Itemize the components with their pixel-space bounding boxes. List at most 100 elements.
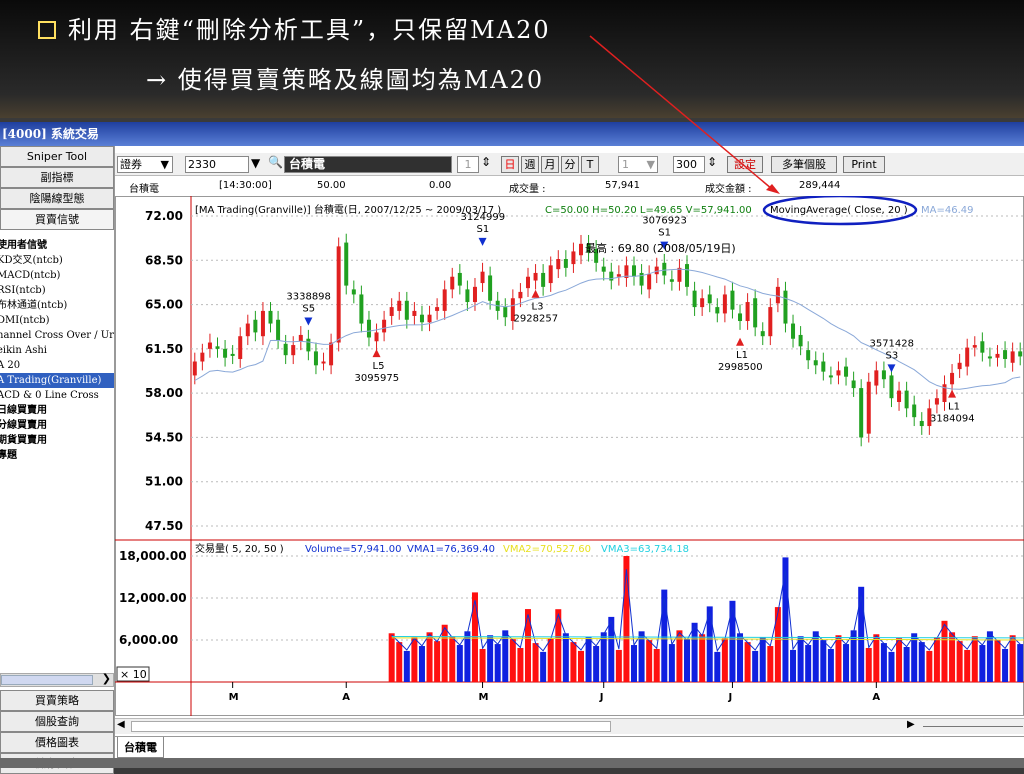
sidebar-btn-strategy[interactable]: 買賣策略	[0, 690, 114, 711]
multi-stock-button[interactable]: 多筆個股	[771, 156, 837, 173]
strategy-item[interactable]: 分線買賣用	[0, 418, 114, 433]
symbol-code-input[interactable]: 2330	[185, 156, 249, 173]
period-week-button[interactable]: 週	[521, 156, 539, 173]
volume-tick-label: 6,000.00	[119, 633, 178, 647]
candle-body	[366, 319, 371, 338]
strategy-item[interactable]: 期貨買賣用	[0, 433, 114, 448]
scroll-right-icon[interactable]: ❯	[102, 672, 111, 685]
settings-button[interactable]: 設定	[727, 156, 763, 173]
market-select[interactable]: 證券 ▼	[117, 156, 173, 173]
candle-body	[223, 348, 228, 358]
zoom-slider[interactable]	[923, 726, 1023, 727]
strategy-item[interactable]: A Trading(Granville)	[0, 373, 114, 388]
price-tick-label: 47.50	[145, 519, 183, 533]
strategy-item[interactable]: 使用者信號	[0, 238, 114, 253]
strategy-item[interactable]: ACD & 0 Line Cross	[0, 388, 114, 403]
stock-chart[interactable]: S53338898L53095975S13124999L32928257S130…	[115, 196, 1024, 716]
period-month-button[interactable]: 月	[541, 156, 559, 173]
month-label: A	[872, 692, 880, 703]
period-minute-button[interactable]: 分	[561, 156, 579, 173]
scroll-thumb-chart[interactable]	[131, 721, 611, 732]
bar-count-input[interactable]: 300	[673, 156, 705, 173]
volume-bar	[956, 641, 963, 682]
chart-horizontal-scrollbar[interactable]: ◀ ▶	[115, 718, 1024, 734]
price-ohlc-text: C=50.00 H=50.20 L=49.65 V=57,941.00	[545, 205, 752, 216]
volume-bar	[903, 647, 910, 682]
print-button[interactable]: Print	[843, 156, 885, 173]
strategy-item[interactable]: 布林通道(ntcb)	[0, 298, 114, 313]
strategy-item[interactable]: hannel Cross Over / Ur	[0, 328, 114, 343]
interval2-value: 1	[622, 158, 629, 171]
candle-body	[548, 265, 553, 284]
interval-input[interactable]: 1	[457, 156, 479, 173]
volume-bar	[434, 641, 441, 682]
slide-line-1-text: 利用 右鍵“刪除分析工具”，只保留MA20	[68, 16, 551, 44]
candle-body	[897, 390, 902, 402]
month-label: M	[479, 692, 489, 703]
strategy-item[interactable]: 日線買賣用	[0, 403, 114, 418]
volume-bar	[623, 556, 630, 682]
volume-bar	[737, 633, 744, 682]
strategy-item[interactable]: A 20	[0, 358, 114, 373]
candle-body	[442, 289, 447, 311]
tab-tsmc[interactable]: 台積電	[117, 737, 164, 758]
sidebar-btn-stock-query[interactable]: 個股查詢	[0, 711, 114, 732]
period-tick-button[interactable]: T	[581, 156, 599, 173]
period-day-button[interactable]: 日	[501, 156, 519, 173]
volume-bar	[388, 633, 395, 682]
candle-body	[775, 286, 780, 304]
candle-body	[760, 331, 765, 337]
chart-tab-bar: 台積電	[115, 736, 1024, 758]
candle-body	[957, 362, 962, 370]
search-icon[interactable]: 🔍	[268, 155, 283, 169]
candle-body	[397, 300, 402, 311]
volume-bar	[752, 650, 759, 682]
candle-body	[450, 276, 455, 290]
candle-body	[435, 307, 440, 311]
strategy-item[interactable]: KD交叉(ntcb)	[0, 253, 114, 268]
volume-bar	[964, 649, 971, 682]
candle-body	[238, 336, 243, 359]
volume-bar	[827, 648, 834, 682]
candle-body	[578, 243, 583, 256]
signal-label: L5	[373, 361, 385, 372]
sidebar-btn-sub-indicator[interactable]: 副指標	[0, 167, 114, 188]
volume-bar	[933, 637, 940, 682]
volume-bar	[577, 650, 584, 682]
candle-body	[844, 366, 849, 377]
spinner-icon[interactable]: ⇕	[481, 155, 491, 169]
scroll-thumb[interactable]	[1, 675, 93, 685]
volume-bar	[797, 636, 804, 682]
sidebar-btn-sniper[interactable]: Sniper Tool	[0, 146, 114, 167]
interval2-select[interactable]: 1 ▼	[618, 156, 658, 173]
signal-value: 3095975	[355, 373, 400, 384]
volume-bar	[441, 624, 448, 682]
strategy-item[interactable]: eikin Ashi	[0, 343, 114, 358]
signal-label: S1	[477, 224, 490, 235]
candle-body	[813, 360, 818, 366]
quote-info-bar: 台積電 [14:30:00] 50.00 0.00 成交量 : 57,941 成…	[115, 177, 1024, 195]
candle-body	[738, 313, 743, 322]
candle-body	[995, 353, 1000, 358]
scroll-left-icon[interactable]: ◀	[117, 719, 125, 730]
strategy-item[interactable]: RSI(ntcb)	[0, 283, 114, 298]
volume-bar	[418, 646, 425, 682]
chart-toolbar: 證券 ▼ 2330 ▼ 🔍 台積電 1 ⇕ 日 週 月 分 T 1 ▼ 300 ⇕ …	[115, 153, 1024, 176]
volume-bar	[487, 635, 494, 682]
candle-body	[601, 266, 606, 272]
sidebar-btn-price-chart[interactable]: 價格圖表	[0, 732, 114, 753]
price-tick-label: 54.50	[145, 430, 183, 444]
volume-bar	[684, 639, 691, 682]
sidebar-btn-candle-pattern[interactable]: 陰陽線型態	[0, 188, 114, 209]
scroll-right-icon-chart[interactable]: ▶	[907, 719, 915, 730]
strategy-item[interactable]: 專題	[0, 448, 114, 463]
strategy-item[interactable]: DMI(ntcb)	[0, 313, 114, 328]
dropdown-arrow-icon[interactable]: ▼	[251, 156, 260, 170]
signal-value: 2928257	[514, 314, 559, 325]
count-spinner-icon[interactable]: ⇕	[707, 155, 717, 169]
candle-body	[980, 341, 985, 353]
volume-bar	[668, 644, 675, 682]
strategy-item[interactable]: MACD(ntcb)	[0, 268, 114, 283]
sidebar-scrollbar[interactable]: ❯	[0, 672, 114, 687]
sidebar-btn-trade-signal[interactable]: 買賣信號	[0, 209, 114, 230]
